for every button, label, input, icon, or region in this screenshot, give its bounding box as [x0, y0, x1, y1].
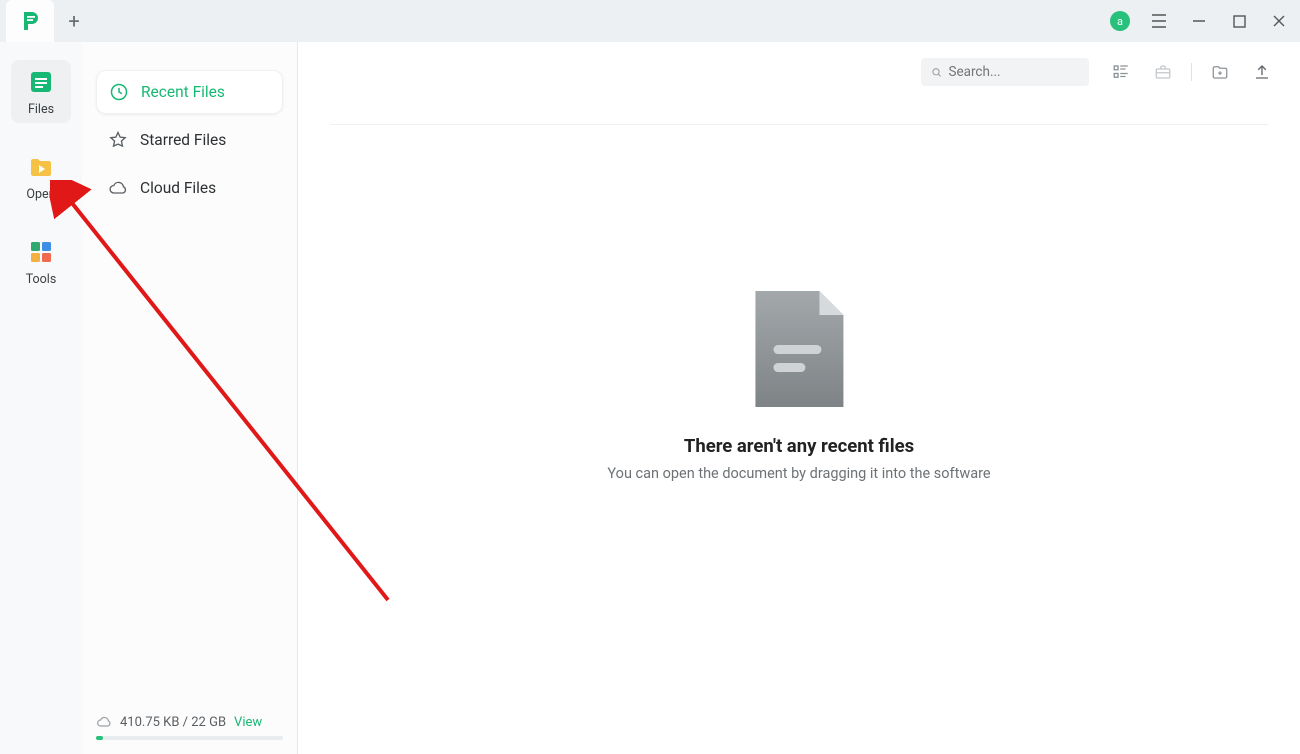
list-item-label: Recent Files	[141, 83, 225, 101]
minimize-button[interactable]	[1188, 10, 1210, 32]
star-icon	[108, 130, 128, 150]
clock-icon	[109, 82, 129, 102]
search-field[interactable]	[921, 58, 1089, 86]
list-item-starred-files[interactable]: Starred Files	[96, 118, 283, 162]
empty-file-icon	[751, 291, 847, 407]
storage-indicator: 410.75 KB / 22 GB View	[96, 714, 283, 740]
upload-icon[interactable]	[1252, 62, 1272, 82]
tools-icon	[27, 238, 55, 266]
search-icon	[931, 66, 942, 79]
app-tab[interactable]	[6, 0, 54, 42]
briefcase-icon[interactable]	[1153, 62, 1173, 82]
cloud-icon	[108, 178, 128, 198]
files-icon	[27, 68, 55, 96]
search-input[interactable]	[948, 64, 1079, 80]
empty-title: There aren't any recent files	[684, 435, 914, 457]
new-tab-button[interactable]: +	[54, 0, 94, 42]
empty-subtitle: You can open the document by dragging it…	[607, 465, 990, 482]
close-button[interactable]	[1268, 10, 1290, 32]
open-icon	[27, 153, 55, 181]
cloud-icon	[96, 714, 112, 730]
toolbar-divider	[1191, 63, 1192, 81]
sidebar-item-open[interactable]: Open	[11, 145, 71, 208]
titlebar: + a	[0, 0, 1300, 42]
content-toolbar	[921, 58, 1272, 86]
sidebar-item-label: Files	[28, 102, 54, 117]
empty-state: There aren't any recent files You can op…	[607, 291, 990, 482]
sidebar-item-tools[interactable]: Tools	[11, 230, 71, 293]
storage-view-link[interactable]: View	[234, 715, 262, 730]
view-mode-icon[interactable]	[1111, 62, 1131, 82]
list-item-recent-files[interactable]: Recent Files	[96, 70, 283, 114]
icon-sidebar: Files Open Tools	[0, 42, 82, 754]
maximize-button[interactable]	[1228, 10, 1250, 32]
sidebar-item-label: Open	[26, 187, 55, 202]
storage-bar	[96, 736, 283, 740]
storage-text: 410.75 KB / 22 GB	[120, 715, 226, 730]
content-area: There aren't any recent files You can op…	[298, 42, 1300, 754]
list-sidebar: Recent Files Starred Files Cloud Files 4…	[82, 42, 298, 754]
content-divider	[330, 124, 1268, 125]
list-item-label: Cloud Files	[140, 179, 216, 197]
app-logo-icon	[18, 9, 42, 33]
hamburger-menu-icon[interactable]	[1148, 10, 1170, 32]
user-avatar[interactable]: a	[1110, 11, 1130, 31]
sidebar-item-files[interactable]: Files	[11, 60, 71, 123]
list-item-label: Starred Files	[140, 131, 226, 149]
list-item-cloud-files[interactable]: Cloud Files	[96, 166, 283, 210]
new-folder-icon[interactable]	[1210, 62, 1230, 82]
sidebar-item-label: Tools	[26, 272, 57, 287]
